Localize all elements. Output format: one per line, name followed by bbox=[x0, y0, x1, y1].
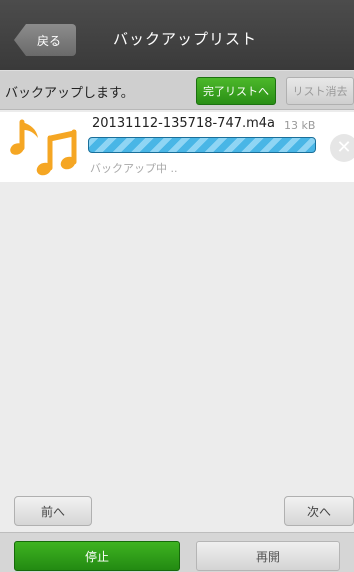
page-title: バックアップリスト bbox=[112, 30, 257, 48]
item-status: バックアップ中 .. bbox=[90, 162, 178, 175]
back-button[interactable]: 戻る bbox=[14, 24, 76, 56]
file-size: 13 kB bbox=[284, 119, 316, 132]
backup-progress-bar bbox=[88, 137, 316, 153]
prev-page-button[interactable]: 前へ bbox=[14, 496, 92, 526]
file-name: 20131112-135718-747.m4a bbox=[92, 116, 276, 131]
done-list-button[interactable]: 完了リストへ bbox=[196, 77, 276, 105]
next-page-button[interactable]: 次へ bbox=[284, 496, 354, 526]
stop-button[interactable]: 停止 bbox=[14, 541, 180, 571]
status-bar: バックアップします。 完了リストへ リスト消去 bbox=[0, 70, 354, 110]
resume-button[interactable]: 再開 bbox=[196, 541, 340, 571]
app-header: 戻る バックアップリスト bbox=[0, 0, 354, 70]
list-item[interactable]: 20131112-135718-747.m4a 13 kB バックアップ中 ..… bbox=[0, 112, 354, 182]
clear-list-button[interactable]: リスト消去 bbox=[286, 77, 354, 105]
music-note-icon bbox=[10, 119, 77, 176]
bottom-bar: 停止 再開 bbox=[0, 532, 354, 572]
status-message: バックアップします。 bbox=[5, 86, 134, 101]
progress-fill bbox=[89, 138, 315, 152]
cancel-icon[interactable]: ✕ bbox=[330, 134, 354, 162]
